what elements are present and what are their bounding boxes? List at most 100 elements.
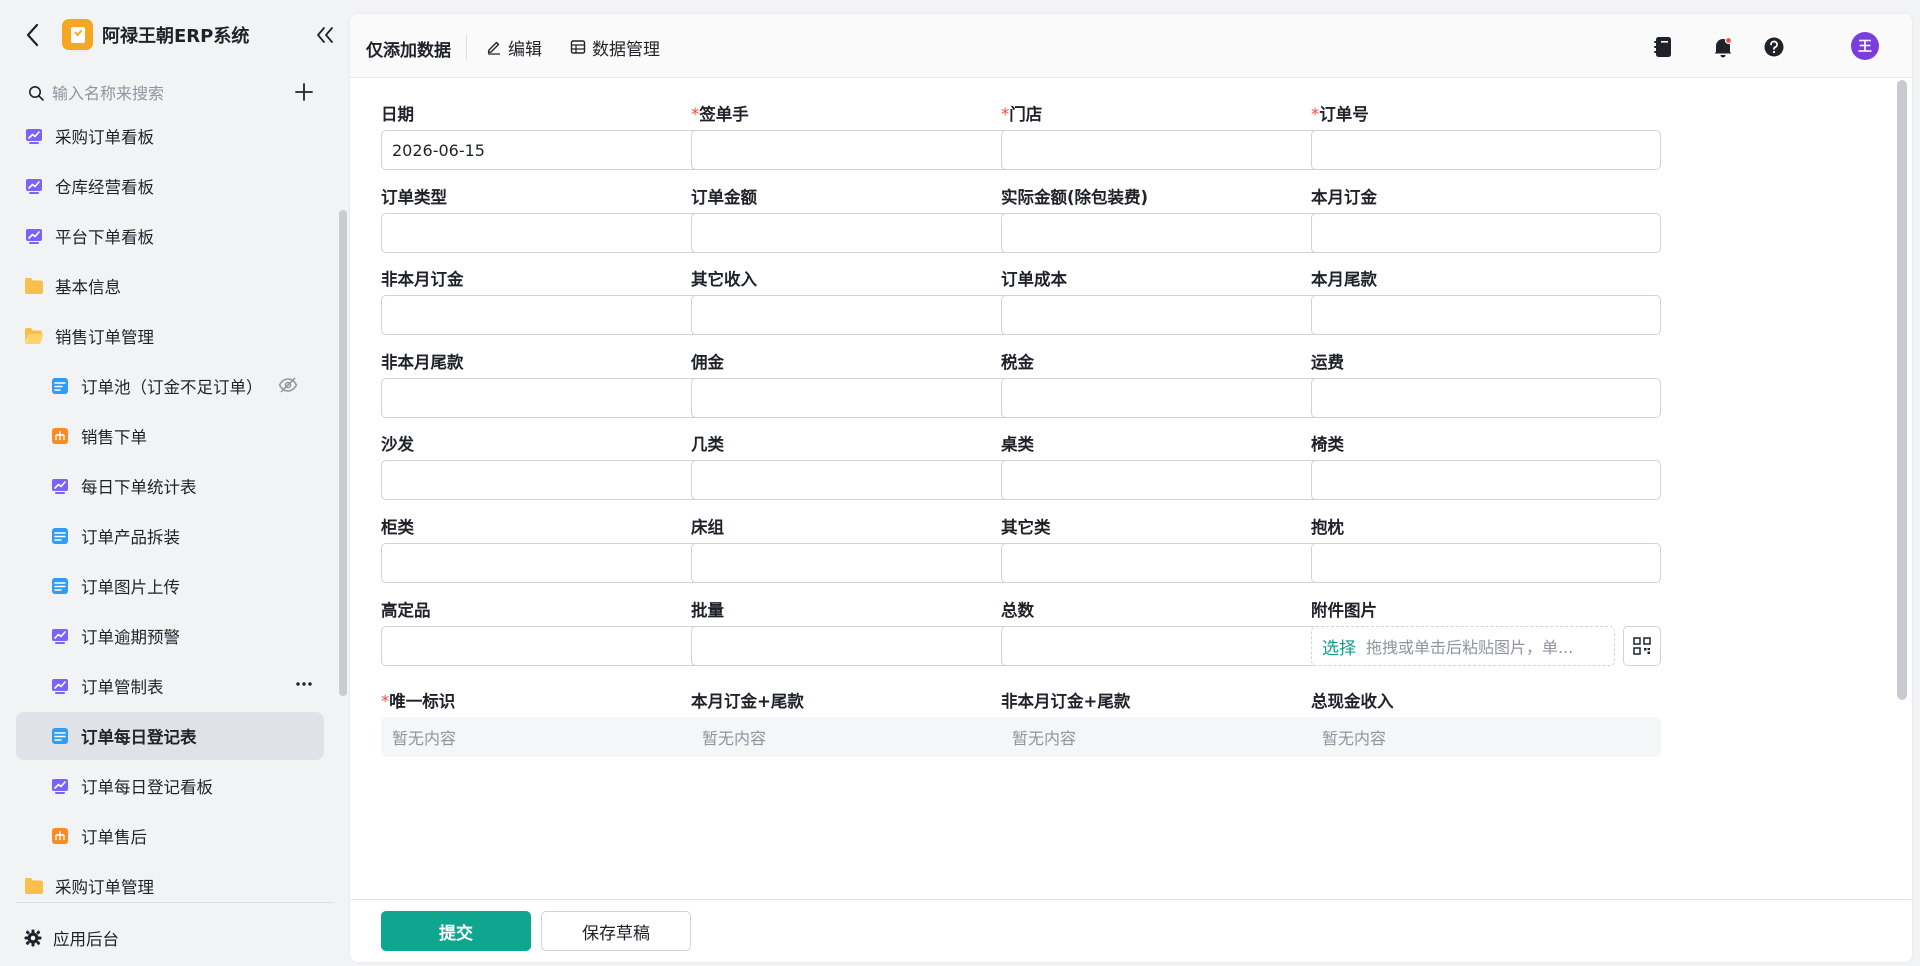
text-input[interactable] (1311, 378, 1661, 418)
text-input[interactable] (691, 460, 1041, 500)
data-manage-button[interactable]: 数据管理 (570, 32, 660, 62)
text-input[interactable] (1311, 213, 1661, 253)
form-icon (50, 376, 70, 396)
form-field: 佣金 (691, 349, 1041, 421)
sidebar: 阿禄王朝ERP系统 采购订单看板仓库经营看板平台下单看板基本信息销售订单管理订单… (0, 0, 350, 966)
sidebar-item[interactable]: 基本信息 (16, 262, 324, 310)
text-input[interactable] (381, 378, 731, 418)
field-label: 床组 (691, 514, 724, 538)
field-value: 暂无内容 (702, 729, 767, 748)
form-field: 本月订金+尾款暂无内容 (691, 688, 1041, 760)
select-dropdown[interactable] (691, 130, 1041, 170)
field-label: 附件图片 (1311, 597, 1377, 621)
app-title: 阿禄王朝ERP系统 (102, 26, 250, 47)
sidebar-item[interactable]: 平台下单看板 (16, 212, 324, 260)
sidebar-item[interactable]: 订单逾期预警 (16, 612, 324, 660)
collapse-sidebar-icon[interactable] (314, 24, 336, 46)
required-mark: * (1311, 105, 1320, 124)
field-label-text: 门店 (1009, 105, 1043, 124)
notification-button[interactable] (1710, 34, 1736, 60)
edit-button[interactable]: 编辑 (486, 32, 542, 62)
text-input[interactable] (691, 626, 1041, 666)
sidebar-item[interactable]: 订单池（订金不足订单） (16, 362, 324, 410)
field-label-text: 柜类 (381, 518, 414, 537)
choose-file-link[interactable]: 选择 (1322, 634, 1356, 659)
field-label: 实际金额(除包装费) (1001, 184, 1148, 208)
field-label: 本月订金+尾款 (691, 688, 804, 712)
form-scrollbar[interactable] (1897, 80, 1907, 700)
search-input[interactable] (52, 83, 292, 103)
text-input[interactable] (1311, 460, 1661, 500)
sidebar-item[interactable]: 订单每日登记看板 (16, 762, 324, 810)
help-button[interactable] (1761, 34, 1787, 60)
sidebar-item[interactable]: 销售订单管理 (16, 312, 324, 360)
sidebar-item[interactable]: 采购订单管理 (16, 862, 324, 902)
form-field: 运费 (1311, 349, 1661, 421)
form-field: 床组 (691, 514, 1041, 586)
field-label: 税金 (1001, 349, 1034, 373)
date-picker[interactable]: 2026-06-15 (381, 130, 731, 170)
notebook-button[interactable] (1650, 34, 1676, 60)
sidebar-item[interactable]: 订单产品拆装 (16, 512, 324, 560)
form-field: 抱枕 (1311, 514, 1661, 586)
qr-scan-icon (1633, 637, 1651, 655)
bookmark-icon (70, 26, 85, 43)
text-input[interactable] (1311, 543, 1661, 583)
text-input[interactable] (1001, 378, 1351, 418)
select-dropdown[interactable] (1001, 130, 1351, 170)
field-label-text: 几类 (691, 435, 724, 454)
form-field: 税金 (1001, 349, 1351, 421)
sidebar-item[interactable]: 订单每日登记表 (16, 712, 324, 760)
field-label: 其它收入 (691, 266, 757, 290)
sidebar-item[interactable]: 仓库经营看板 (16, 162, 324, 210)
text-input[interactable] (381, 543, 731, 583)
field-label-text: 抱枕 (1311, 518, 1344, 537)
sidebar-item-label: 订单每日登记表 (81, 728, 197, 747)
save-draft-button[interactable]: 保存草稿 (541, 911, 691, 951)
folder-icon (24, 276, 44, 296)
sidebar-item[interactable]: 订单售后 (16, 812, 324, 860)
text-input[interactable] (1001, 626, 1351, 666)
user-avatar[interactable]: 王 (1851, 32, 1879, 60)
text-input[interactable] (691, 378, 1041, 418)
field-label: 非本月订金 (381, 266, 464, 290)
form-field: 总数 (1001, 597, 1351, 669)
eye-off-icon[interactable] (278, 376, 298, 399)
sidebar-scrollbar[interactable] (339, 210, 347, 696)
text-input[interactable] (691, 295, 1041, 335)
sidebar-item[interactable]: 订单图片上传 (16, 562, 324, 610)
text-input[interactable] (691, 213, 1041, 253)
submit-button[interactable]: 提交 (381, 911, 531, 951)
field-label: 抱枕 (1311, 514, 1344, 538)
select-dropdown[interactable] (381, 213, 731, 253)
field-label-text: 非本月订金+尾款 (1001, 692, 1131, 711)
text-input[interactable] (1001, 295, 1351, 335)
more-icon[interactable] (294, 674, 314, 699)
app-backend-link[interactable]: 应用后台 (16, 916, 324, 960)
sidebar-item[interactable]: 订单管制表 (16, 662, 324, 710)
text-input[interactable] (381, 295, 731, 335)
field-label: 几类 (691, 431, 724, 455)
text-input[interactable] (1311, 295, 1661, 335)
readonly-field: 暂无内容 (691, 717, 1041, 757)
field-label-text: 本月订金 (1311, 188, 1377, 207)
form-field: 订单类型 (381, 184, 731, 256)
image-upload-dropzone[interactable]: 选择 拖拽或单击后粘贴图片，单... (1311, 626, 1615, 666)
text-input[interactable] (1001, 213, 1351, 253)
text-input[interactable] (1001, 460, 1351, 500)
text-input[interactable] (381, 626, 731, 666)
readonly-field: 暂无内容 (381, 717, 731, 757)
sidebar-item[interactable]: 销售下单 (16, 412, 324, 460)
sidebar-item[interactable]: 每日下单统计表 (16, 462, 324, 510)
add-icon[interactable] (292, 80, 316, 104)
text-input[interactable] (381, 460, 731, 500)
field-label: 运费 (1311, 349, 1344, 373)
qr-upload-button[interactable] (1623, 626, 1661, 666)
text-input[interactable] (691, 543, 1041, 583)
sidebar-item-label: 订单管制表 (81, 678, 164, 697)
app-root: 阿禄王朝ERP系统 采购订单看板仓库经营看板平台下单看板基本信息销售订单管理订单… (0, 0, 1920, 966)
sidebar-item[interactable]: 采购订单看板 (16, 112, 324, 160)
back-arrow-icon[interactable] (22, 22, 44, 48)
text-input[interactable] (1311, 130, 1661, 170)
text-input[interactable] (1001, 543, 1351, 583)
